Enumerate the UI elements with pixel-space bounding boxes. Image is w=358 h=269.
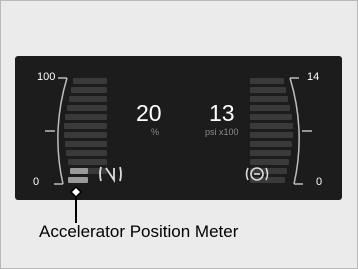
figure-frame: 100 0 14 0 20 % 13 psi x100 Accelerator …	[0, 0, 358, 269]
right-gauge-max-label: 14	[307, 71, 320, 83]
boost-value: 13	[209, 100, 235, 126]
boost-unit: psi x100	[205, 127, 239, 137]
left-gauge-max-label: 100	[37, 71, 56, 83]
callout-label: Accelerator Position Meter	[39, 222, 239, 241]
left-gauge-min-label: 0	[33, 176, 40, 188]
gauge-graphics	[45, 77, 312, 185]
instrument-panel: 100 0 14 0 20 % 13 psi x100	[15, 56, 342, 200]
accelerator-unit: %	[151, 127, 160, 137]
left-gauge-bars	[64, 78, 107, 174]
right-gauge-arc	[289, 77, 300, 185]
right-gauge-min-label: 0	[316, 176, 323, 188]
left-gauge-arc	[57, 77, 68, 185]
accelerator-value: 20	[136, 100, 162, 126]
accelerator-level-fill	[68, 168, 88, 183]
